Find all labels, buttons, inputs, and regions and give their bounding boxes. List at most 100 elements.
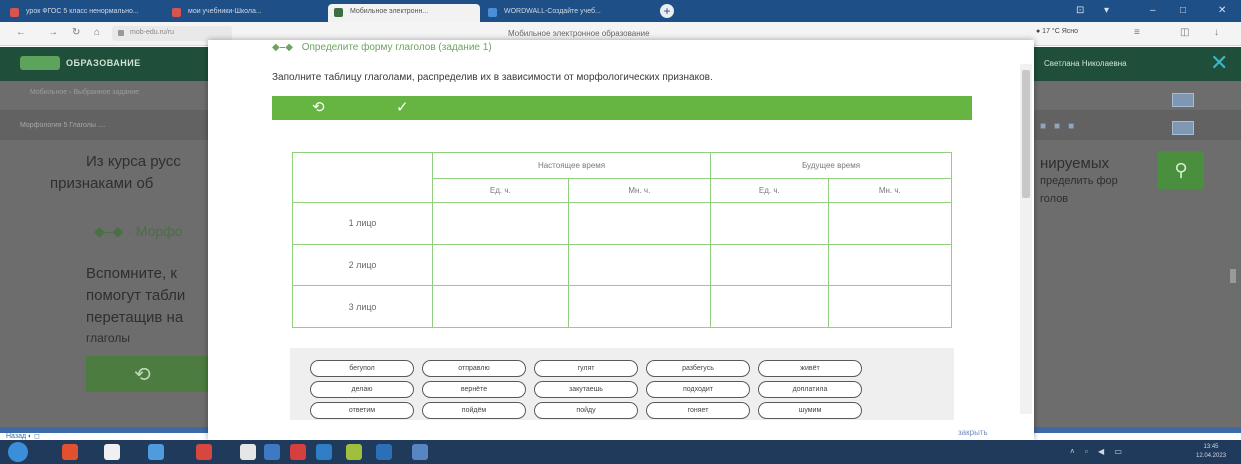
word-chip[interactable]: ответим bbox=[310, 402, 414, 419]
bg-section-title: ◆–◆ · Морфо bbox=[94, 223, 183, 239]
menu-icon[interactable]: ≡ bbox=[1134, 27, 1140, 38]
home-button[interactable]: ⌂ bbox=[94, 27, 100, 38]
word-chip[interactable]: разбегусь bbox=[646, 360, 750, 377]
check-icon[interactable]: ✓ bbox=[396, 98, 409, 116]
bg-intro-line: голов bbox=[1040, 193, 1069, 205]
drop-cell[interactable] bbox=[710, 202, 829, 245]
close-icon[interactable]: ✕ bbox=[1210, 50, 1228, 76]
table-row-header: 2 лицо bbox=[292, 243, 433, 287]
search-icon: ⚲ bbox=[1174, 160, 1188, 180]
collections-icon[interactable]: ⊡ bbox=[1076, 5, 1084, 16]
word-chip[interactable]: гулят bbox=[534, 360, 638, 377]
task-marker-icon: ◆–◆ bbox=[272, 42, 293, 53]
app-icon[interactable] bbox=[376, 444, 392, 460]
browser-tab[interactable]: урок ФГОС 5 класс ненормально... bbox=[4, 4, 164, 22]
word-chip[interactable]: отправлю bbox=[422, 360, 526, 377]
breadcrumb[interactable]: Мобильное › Выбранное задание bbox=[30, 89, 139, 96]
word-chip[interactable]: гоняет bbox=[646, 402, 750, 419]
tab-label: урок ФГОС 5 класс ненормально... bbox=[26, 8, 139, 15]
drop-cell[interactable] bbox=[432, 202, 569, 245]
list-view-icon[interactable] bbox=[1172, 121, 1194, 135]
tab-list-icon[interactable]: ▾ bbox=[1104, 5, 1109, 16]
new-tab-button[interactable]: + bbox=[660, 4, 674, 18]
word-chip[interactable]: живёт bbox=[758, 360, 862, 377]
close-modal-button[interactable]: закрыть bbox=[958, 428, 988, 437]
bg-paragraph: Вспомните, к bbox=[86, 265, 177, 282]
drop-cell[interactable] bbox=[827, 285, 953, 328]
tab-favicon-icon bbox=[334, 8, 343, 17]
table-subheader: Ед. ч. bbox=[432, 178, 569, 203]
start-button[interactable] bbox=[8, 442, 28, 462]
reading-mode-icon[interactable]: ◫ bbox=[1180, 27, 1189, 38]
app-icon[interactable] bbox=[412, 444, 428, 460]
drop-cell[interactable] bbox=[827, 243, 953, 287]
grid-view-icon[interactable] bbox=[1172, 93, 1194, 107]
search-button[interactable]: ⚲ bbox=[1158, 151, 1204, 189]
drop-cell[interactable] bbox=[710, 243, 829, 287]
verb-table: Настоящее время Будущее время Ед. ч. Мн.… bbox=[292, 152, 953, 328]
table-subheader: Мн. ч. bbox=[567, 178, 712, 203]
reset-icon[interactable]: ⟲ bbox=[312, 98, 325, 116]
system-tray[interactable]: ˄ ▫ ◀ ▭ bbox=[1070, 447, 1126, 456]
back-link[interactable]: Назад ◐ ◻ bbox=[6, 432, 40, 440]
word-chip[interactable]: делаю bbox=[310, 381, 414, 398]
page-scrollbar[interactable] bbox=[1230, 269, 1236, 283]
url-field[interactable]: mob-edu.ru/ru bbox=[112, 26, 232, 41]
drop-cell[interactable] bbox=[432, 285, 569, 328]
reader-tools[interactable]: ■■■ bbox=[1040, 121, 1082, 132]
word-chip[interactable]: доплатила bbox=[758, 381, 862, 398]
app-icon[interactable] bbox=[196, 444, 212, 460]
task-link[interactable]: ◆–◆ Определите форму глаголов (задание 1… bbox=[272, 42, 492, 53]
scrollbar-thumb[interactable] bbox=[1022, 70, 1030, 198]
download-icon[interactable]: ↓ bbox=[1214, 27, 1219, 38]
forward-button[interactable]: → bbox=[48, 27, 58, 38]
word-chip[interactable]: пойдём bbox=[422, 402, 526, 419]
app-icon[interactable] bbox=[62, 444, 78, 460]
app-icon[interactable] bbox=[240, 444, 256, 460]
browser-tab[interactable]: мои учебники-Школа... bbox=[166, 4, 326, 22]
tab-favicon-icon bbox=[488, 8, 497, 17]
clock[interactable]: 13:45 12.04.2023 bbox=[1196, 443, 1226, 461]
word-chip[interactable]: подходит bbox=[646, 381, 750, 398]
drop-cell[interactable] bbox=[567, 243, 712, 287]
close-window-button[interactable]: ✕ bbox=[1218, 5, 1226, 16]
user-name[interactable]: Светлана Николаевна bbox=[1044, 59, 1127, 68]
tab-label: WORDWALL-Создайте учеб... bbox=[504, 8, 601, 15]
reload-button[interactable]: ↻ bbox=[72, 27, 80, 38]
site-logo-text: ОБРАЗОВАНИЕ bbox=[66, 58, 141, 68]
table-corner-cell bbox=[292, 152, 433, 203]
word-chip[interactable]: вернёте bbox=[422, 381, 526, 398]
app-icon[interactable] bbox=[290, 444, 306, 460]
tab-label: мои учебники-Школа... bbox=[188, 8, 262, 15]
word-chip[interactable]: закутаешь bbox=[534, 381, 638, 398]
word-chip[interactable]: пойду bbox=[534, 402, 638, 419]
tab-favicon-icon bbox=[10, 8, 19, 17]
word-chip[interactable]: бегупол bbox=[310, 360, 414, 377]
app-icon[interactable] bbox=[264, 444, 280, 460]
browser-tab[interactable]: WORDWALL-Создайте учеб... bbox=[482, 4, 654, 22]
bg-reset-button[interactable]: ⟲ bbox=[86, 356, 226, 392]
word-bank: бегупол отправлю гулят разбегусь живёт д… bbox=[290, 348, 954, 420]
back-button[interactable]: ← bbox=[16, 27, 26, 38]
app-icon[interactable] bbox=[316, 444, 332, 460]
drop-cell[interactable] bbox=[567, 285, 712, 328]
browser-tab-active[interactable]: Мобильное электронн... bbox=[328, 4, 480, 22]
table-row-header: 1 лицо bbox=[292, 202, 433, 245]
clock-date: 12.04.2023 bbox=[1196, 453, 1227, 459]
app-icon[interactable] bbox=[346, 444, 362, 460]
maximize-button[interactable]: □ bbox=[1180, 5, 1186, 16]
drop-cell[interactable] bbox=[567, 202, 712, 245]
table-subheader: Мн. ч. bbox=[827, 178, 953, 203]
drop-cell[interactable] bbox=[827, 202, 953, 245]
app-icon[interactable] bbox=[104, 444, 120, 460]
drop-cell[interactable] bbox=[710, 285, 829, 328]
word-chip[interactable]: шумим bbox=[758, 402, 862, 419]
minimize-button[interactable]: – bbox=[1150, 5, 1156, 16]
app-icon[interactable] bbox=[148, 444, 164, 460]
table-row-header: 3 лицо bbox=[292, 285, 433, 328]
weather-extension[interactable]: ● 17 °C Ясно bbox=[1036, 28, 1078, 35]
drop-cell[interactable] bbox=[432, 243, 569, 287]
lock-icon bbox=[118, 30, 124, 36]
modal-scrollbar[interactable] bbox=[1020, 64, 1032, 414]
reset-icon: ⟲ bbox=[134, 364, 151, 386]
